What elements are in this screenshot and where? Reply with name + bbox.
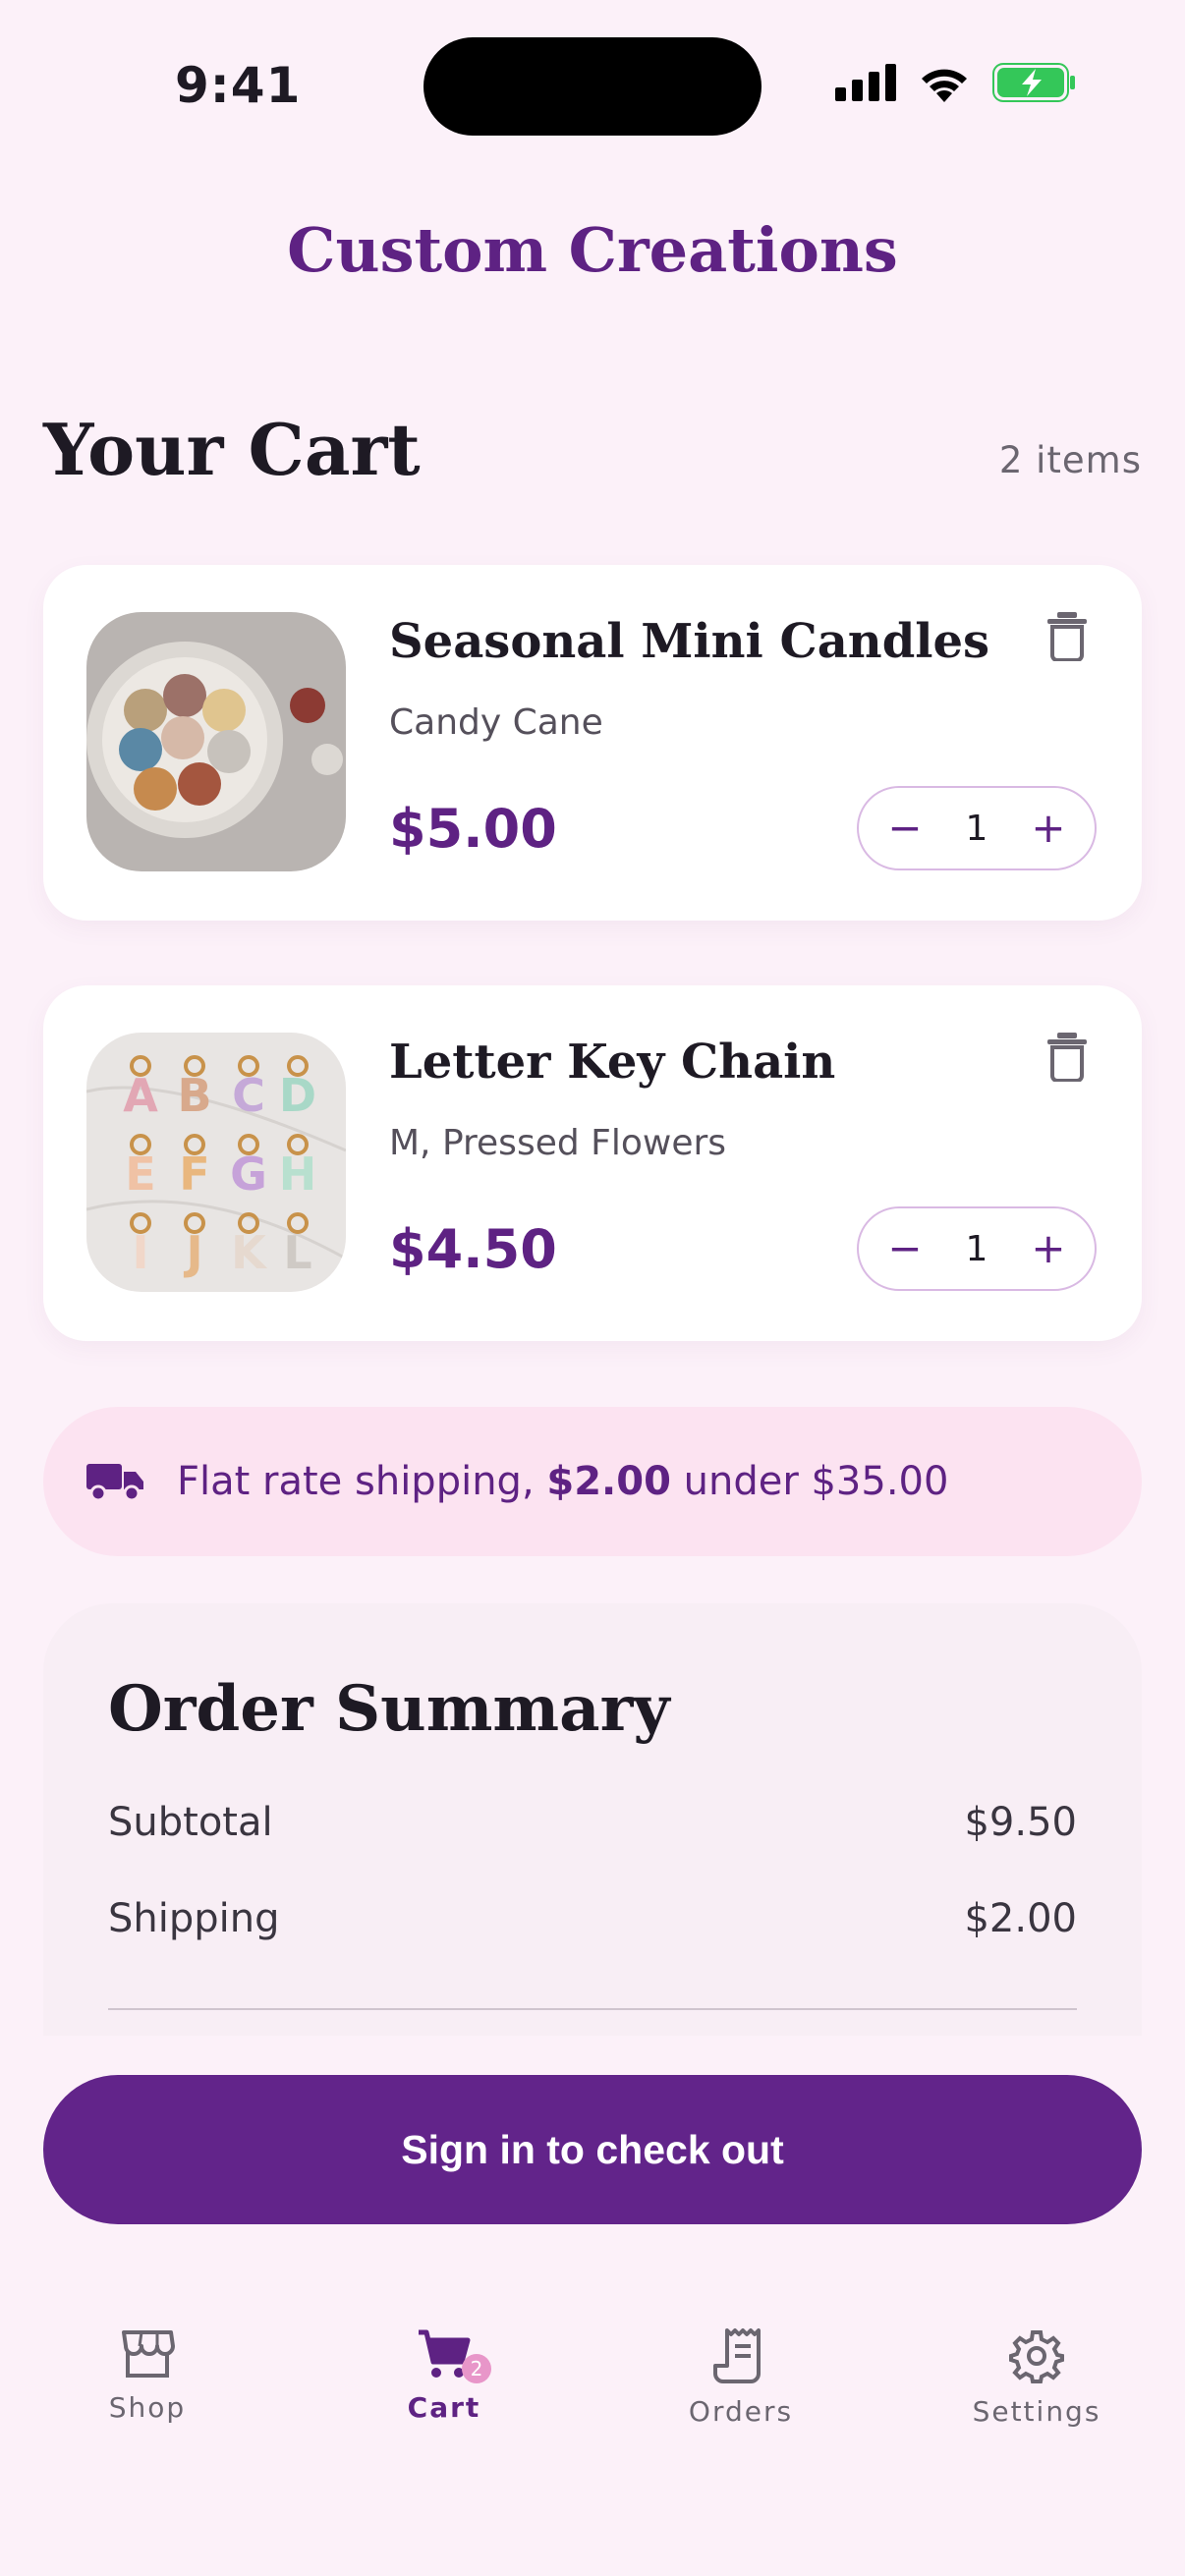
svg-text:K: K [231, 1226, 268, 1279]
decrease-quantity-button[interactable]: − [882, 808, 928, 849]
cart-item-count: 2 items [998, 439, 1142, 481]
item-name[interactable]: Seasonal Mini Candles [389, 614, 989, 669]
nav-item-settings[interactable]: Settings [938, 2328, 1135, 2428]
quantity-stepper: − 1 + [857, 786, 1097, 870]
shipping-notice: Flat rate shipping, $2.00 under $35.00 [43, 1407, 1142, 1556]
item-variant: Candy Cane [389, 702, 603, 743]
shipping-suffix: under $35.00 [670, 1459, 949, 1504]
product-image-candles[interactable] [86, 612, 346, 871]
receipt-icon [713, 2328, 761, 2383]
svg-text:B: B [177, 1069, 211, 1122]
cellular-signal-icon [835, 64, 896, 101]
checkout-button[interactable]: Sign in to check out [43, 2075, 1142, 2224]
trash-icon[interactable] [1045, 1033, 1089, 1082]
svg-text:A: A [123, 1069, 158, 1122]
nav-item-cart[interactable]: 2 Cart [346, 2328, 542, 2424]
status-icons [835, 63, 1077, 102]
nav-item-shop[interactable]: Shop [49, 2328, 246, 2424]
product-image-keychains[interactable]: A B C D E F G H I J K L [86, 1033, 346, 1292]
item-name[interactable]: Letter Key Chain [389, 1035, 835, 1090]
summary-value: $9.50 [964, 1800, 1077, 1845]
bottom-nav: Shop 2 Cart Orders Settings [0, 2289, 1185, 2486]
trash-icon[interactable] [1045, 612, 1089, 661]
summary-divider [108, 2008, 1077, 2010]
cart-item-card: Seasonal Mini Candles Candy Cane $5.00 −… [43, 565, 1142, 921]
decrease-quantity-button[interactable]: − [882, 1228, 928, 1269]
summary-value: $2.00 [964, 1896, 1077, 1941]
svg-text:D: D [279, 1069, 316, 1122]
svg-text:H: H [279, 1148, 317, 1201]
increase-quantity-button[interactable]: + [1026, 808, 1071, 849]
storefront-icon [122, 2330, 175, 2378]
summary-label: Shipping [108, 1896, 280, 1941]
gear-icon [1009, 2330, 1064, 2383]
dynamic-island [423, 37, 762, 136]
order-summary: Order Summary Subtotal $9.50 Shipping $2… [43, 1603, 1142, 2036]
quantity-stepper: − 1 + [857, 1206, 1097, 1291]
shipping-amount: $2.00 [546, 1459, 671, 1504]
cart-badge: 2 [462, 2354, 491, 2383]
nav-label: Shop [108, 2391, 187, 2424]
nav-item-orders[interactable]: Orders [643, 2328, 839, 2428]
shipping-prefix: Flat rate shipping, [177, 1459, 547, 1504]
svg-text:I: I [132, 1226, 148, 1279]
shipping-notice-text: Flat rate shipping, $2.00 under $35.00 [177, 1459, 948, 1504]
svg-text:G: G [230, 1148, 267, 1201]
cart-item-card: A B C D E F G H I J K L Letter Key Chain… [43, 985, 1142, 1341]
quantity-value: 1 [965, 1228, 988, 1269]
wifi-icon [922, 69, 967, 102]
nav-label: Settings [972, 2395, 1101, 2428]
increase-quantity-button[interactable]: + [1026, 1228, 1071, 1269]
summary-label: Subtotal [108, 1800, 273, 1845]
nav-label: Orders [688, 2395, 794, 2428]
app-title: Custom Creations [287, 214, 898, 286]
item-price: $5.00 [389, 798, 557, 860]
svg-text:J: J [183, 1226, 202, 1279]
item-variant: M, Pressed Flowers [389, 1123, 727, 1163]
order-summary-title: Order Summary [108, 1672, 670, 1746]
status-time: 9:41 [175, 57, 302, 114]
quantity-value: 1 [965, 808, 988, 849]
summary-row-subtotal: Subtotal $9.50 [108, 1800, 1077, 1845]
item-price: $4.50 [389, 1218, 557, 1280]
svg-text:C: C [232, 1069, 265, 1122]
nav-label: Cart [407, 2391, 481, 2424]
battery-charging-icon [992, 63, 1075, 102]
svg-text:E: E [125, 1148, 155, 1201]
svg-text:F: F [179, 1148, 209, 1201]
cart-heading: Your Cart [43, 408, 421, 491]
svg-text:L: L [283, 1226, 311, 1279]
summary-row-shipping: Shipping $2.00 [108, 1896, 1077, 1941]
truck-icon [86, 1464, 143, 1501]
